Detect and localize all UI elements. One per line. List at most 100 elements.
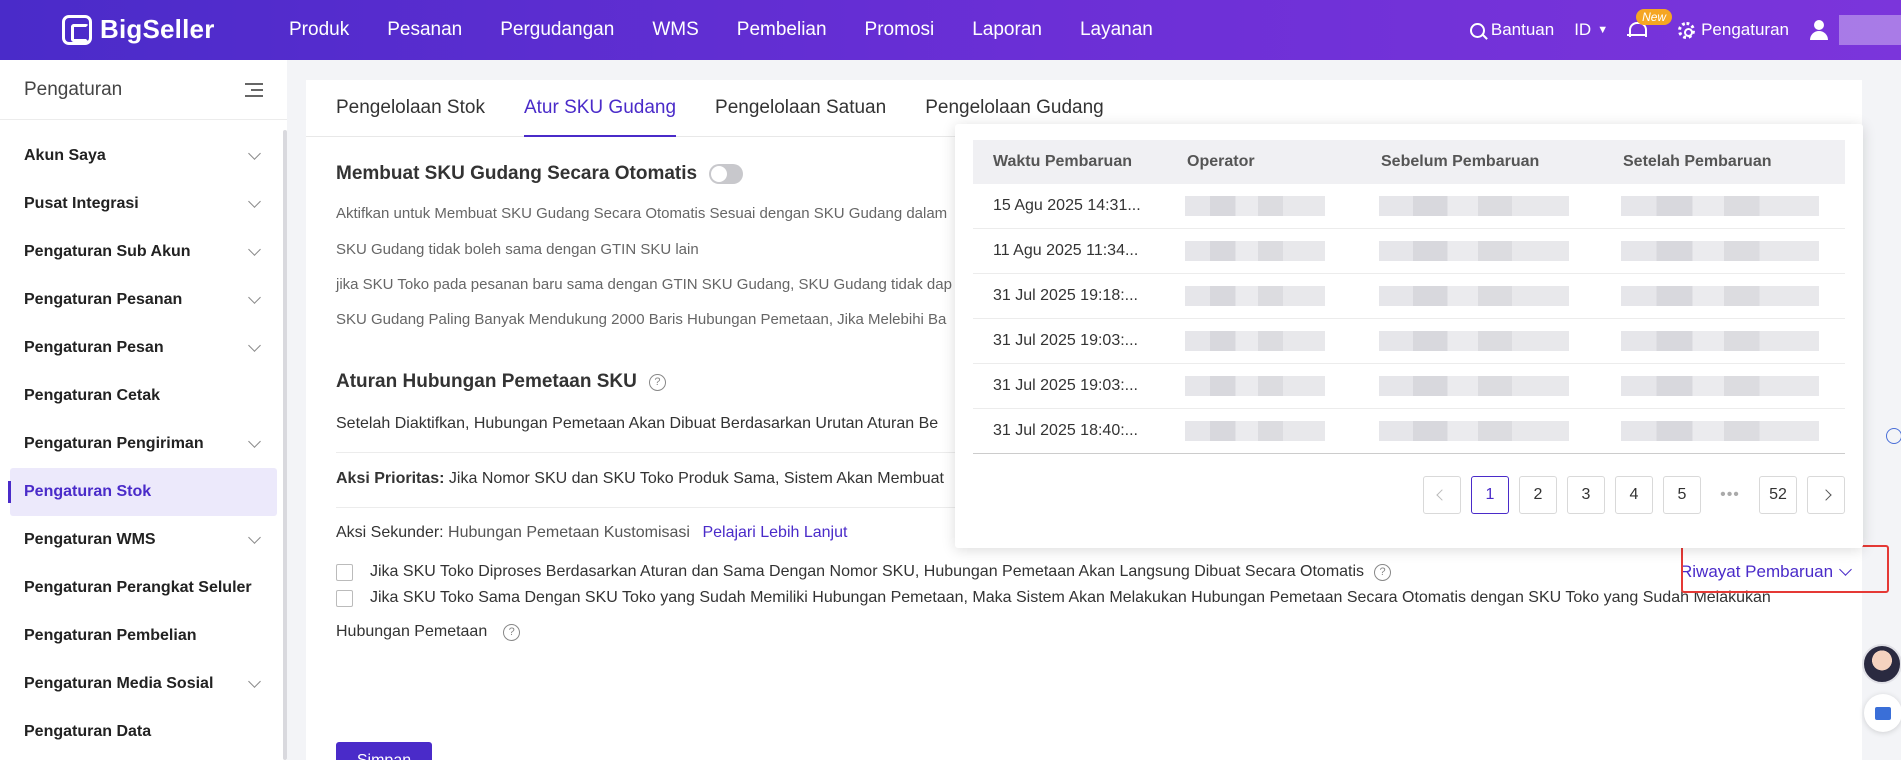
existing-mapping-checkbox[interactable] [336,589,353,607]
nav-layanan[interactable]: Layanan [1061,0,1172,60]
history-time-cell: 31 Jul 2025 19:18:... [993,287,1138,304]
page-3-button[interactable]: 3 [1567,476,1605,514]
prev-page-button[interactable] [1423,476,1461,514]
topbar-actions: Bantuan ID ▼ New Pengaturan [1469,0,1901,60]
sidebar-item[interactable]: Pengaturan WMS [10,516,277,564]
chevron-down-icon [248,243,261,256]
redacted-block [1621,241,1819,261]
after-cell-redacted [1603,331,1845,351]
mapping-rules-title-text: Aturan Hubungan Pemetaan SKU [336,371,637,392]
sidebar-item[interactable]: Akun Saya [10,132,277,180]
sidebar-item[interactable]: Pengaturan Stok [8,468,277,516]
user-name-redacted [1839,15,1901,45]
sidebar-item[interactable]: Pusat Integrasi [10,180,277,228]
sidebar-item[interactable]: Pengaturan Perangkat Seluler [10,564,277,612]
nav-pesanan[interactable]: Pesanan [368,0,481,60]
settings-button[interactable]: Pengaturan [1678,20,1789,40]
after-cell-redacted [1603,286,1845,306]
history-table-body: 15 Agu 2025 14:31... 11 Agu 2025 11:34...… [973,184,1845,454]
language-selector[interactable]: ID ▼ [1574,20,1608,40]
chat-button[interactable] [1864,694,1901,732]
help-icon[interactable]: ? [648,373,666,391]
sidebar-item-label: Pengaturan Media Sosial [24,675,214,692]
save-button[interactable]: Simpan [336,742,432,760]
auto-map-checkbox[interactable] [336,563,353,581]
sidebar-item-label: Pengaturan Pesan [24,339,164,356]
redacted-block [1185,286,1325,306]
help-icon[interactable]: ? [503,623,521,641]
chevron-left-icon [1436,489,1448,501]
page-5-button[interactable]: 5 [1663,476,1701,514]
bigseller-logo[interactable]: BigSeller [62,14,215,45]
page-2-button[interactable]: 2 [1519,476,1557,514]
col-before-update: Sebelum Pembaruan [1381,153,1540,170]
operator-cell-redacted [1167,196,1361,216]
sidebar-item-label: Akun Saya [24,147,106,164]
top-navigation-bar: BigSeller Produk Pesanan Pergudangan WMS… [0,0,1901,60]
user-menu[interactable] [1809,15,1901,45]
mapping-rules-intro: Setelah Diaktifkan, Hubungan Pemetaan Ak… [336,415,939,432]
tab-atur-sku-gudang[interactable]: Atur SKU Gudang [523,80,677,137]
learn-more-link[interactable]: Pelajari Lebih Lanjut [702,524,847,541]
logo-icon [62,14,92,45]
help-icon[interactable]: ? [1374,563,1392,581]
nav-promosi[interactable]: Promosi [846,0,954,60]
existing-mapping-option-label-cont: Hubungan Pemetaan [336,623,488,640]
sidebar-item-label: Pengaturan Stok [24,483,152,500]
option-rule-auto-map[interactable]: Jika SKU Toko Diproses Berdasarkan Atura… [336,563,1392,581]
secondary-action-label: Aksi Sekunder: [336,524,444,541]
nav-pergudangan[interactable]: Pergudangan [481,0,633,60]
tab-pengelolaan-satuan[interactable]: Pengelolaan Satuan [715,80,886,136]
history-time-cell: 11 Agu 2025 11:34... [993,242,1139,259]
chevron-down-icon [248,195,261,208]
sidebar-menu: Akun Saya Pusat Integrasi Pengaturan Sub A… [0,120,287,756]
page-52-button[interactable]: 52 [1759,476,1797,514]
history-table: Waktu Pembaruan Operator Sebelum Pembaru… [973,140,1845,454]
sidebar-item[interactable]: Pengaturan Media Sosial [10,660,277,708]
sidebar-item[interactable]: Pengaturan Pengiriman [10,420,277,468]
nav-pembelian[interactable]: Pembelian [718,0,846,60]
sidebar-item-label: Pengaturan Perangkat Seluler [24,579,252,596]
auto-map-option-label: Jika SKU Toko Diproses Berdasarkan Atura… [370,563,1365,580]
sidebar-item[interactable]: Pengaturan Pembelian [10,612,277,660]
redacted-block [1621,286,1819,306]
sidebar-item-label: Pengaturan Pembelian [24,627,197,644]
chevron-down-icon [248,339,261,352]
nav-produk[interactable]: Produk [289,0,368,60]
page-4-button[interactable]: 4 [1615,476,1653,514]
nav-wms[interactable]: WMS [633,0,717,60]
help-button[interactable]: Bantuan [1469,20,1554,40]
option-existing-mapping[interactable]: Jika SKU Toko Sama Dengan SKU Toko yang … [336,589,1771,607]
chat-icon [1875,706,1891,720]
redacted-block [1185,241,1325,261]
sidebar-item[interactable]: Pengaturan Pesan [10,324,277,372]
operator-cell-redacted [1167,241,1361,261]
search-icon [1469,22,1485,38]
next-page-button[interactable] [1807,476,1845,514]
collapse-sidebar-icon[interactable] [245,82,263,97]
page-1-button[interactable]: 1 [1471,476,1509,514]
sidebar-item-label: Pengaturan Pengiriman [24,435,204,452]
auto-sku-toggle[interactable] [709,164,744,184]
sidebar-item[interactable]: Pengaturan Data [10,708,277,756]
before-cell-redacted [1361,331,1603,351]
floating-circle-icon[interactable] [1886,428,1901,444]
chevron-down-icon [248,675,261,688]
sidebar-item-label: Pengaturan Pesanan [24,291,183,308]
history-row: 31 Jul 2025 19:03:... [973,319,1845,364]
redacted-block [1185,196,1325,216]
sidebar-item[interactable]: Pengaturan Cetak [10,372,277,420]
nav-laporan[interactable]: Laporan [953,0,1061,60]
redacted-block [1379,286,1569,306]
redacted-block [1621,331,1819,351]
sidebar-item[interactable]: Pengaturan Pesanan [10,276,277,324]
main-nav: Produk Pesanan Pergudangan WMS Pembelian… [289,0,1172,60]
pagination-ellipsis[interactable]: ••• [1711,476,1749,514]
after-cell-redacted [1603,241,1845,261]
sidebar-item[interactable]: Pengaturan Sub Akun [10,228,277,276]
notification-button[interactable]: New [1627,9,1673,39]
after-cell-redacted [1603,196,1845,216]
support-agent-avatar[interactable] [1862,644,1901,684]
tab-pengelolaan-stok[interactable]: Pengelolaan Stok [336,80,485,136]
sidebar-scrollbar[interactable] [283,130,287,760]
